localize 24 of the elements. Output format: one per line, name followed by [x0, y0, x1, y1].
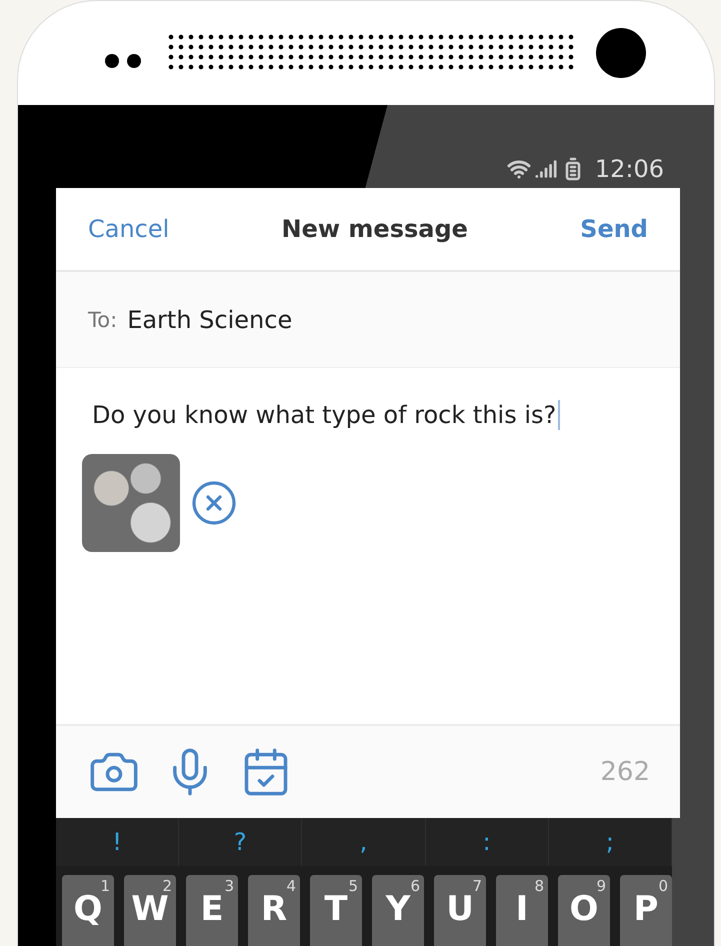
- remove-button[interactable]: [190, 479, 238, 527]
- send-link[interactable]: Send: [580, 215, 648, 243]
- key-number: 3: [224, 877, 234, 895]
- key-number: 9: [596, 877, 606, 895]
- clock-time: 12:06: [594, 155, 664, 183]
- key-number: 5: [348, 877, 358, 895]
- recipient-label: To:: [88, 308, 118, 332]
- front-camera-icon: [596, 28, 646, 78]
- screen-title: New message: [282, 215, 468, 243]
- key-number: 0: [658, 877, 668, 895]
- recipient-value: Earth Science: [127, 306, 292, 334]
- key-number: 1: [100, 877, 110, 895]
- signal-icon: [534, 158, 557, 180]
- key-number: 4: [286, 877, 296, 895]
- sensor-icon: [104, 53, 144, 69]
- message-text: Do you know what type of rock this is?: [92, 401, 556, 429]
- cancel-link[interactable]: Cancel: [88, 215, 170, 243]
- key-number: 2: [162, 877, 172, 895]
- character-counter: 262: [600, 757, 650, 787]
- key-number: 7: [472, 877, 482, 895]
- key-number: 8: [534, 877, 544, 895]
- text-cursor: [558, 400, 560, 430]
- recipient-field[interactable]: To: Earth Science: [56, 272, 680, 368]
- key-number: 6: [410, 877, 420, 895]
